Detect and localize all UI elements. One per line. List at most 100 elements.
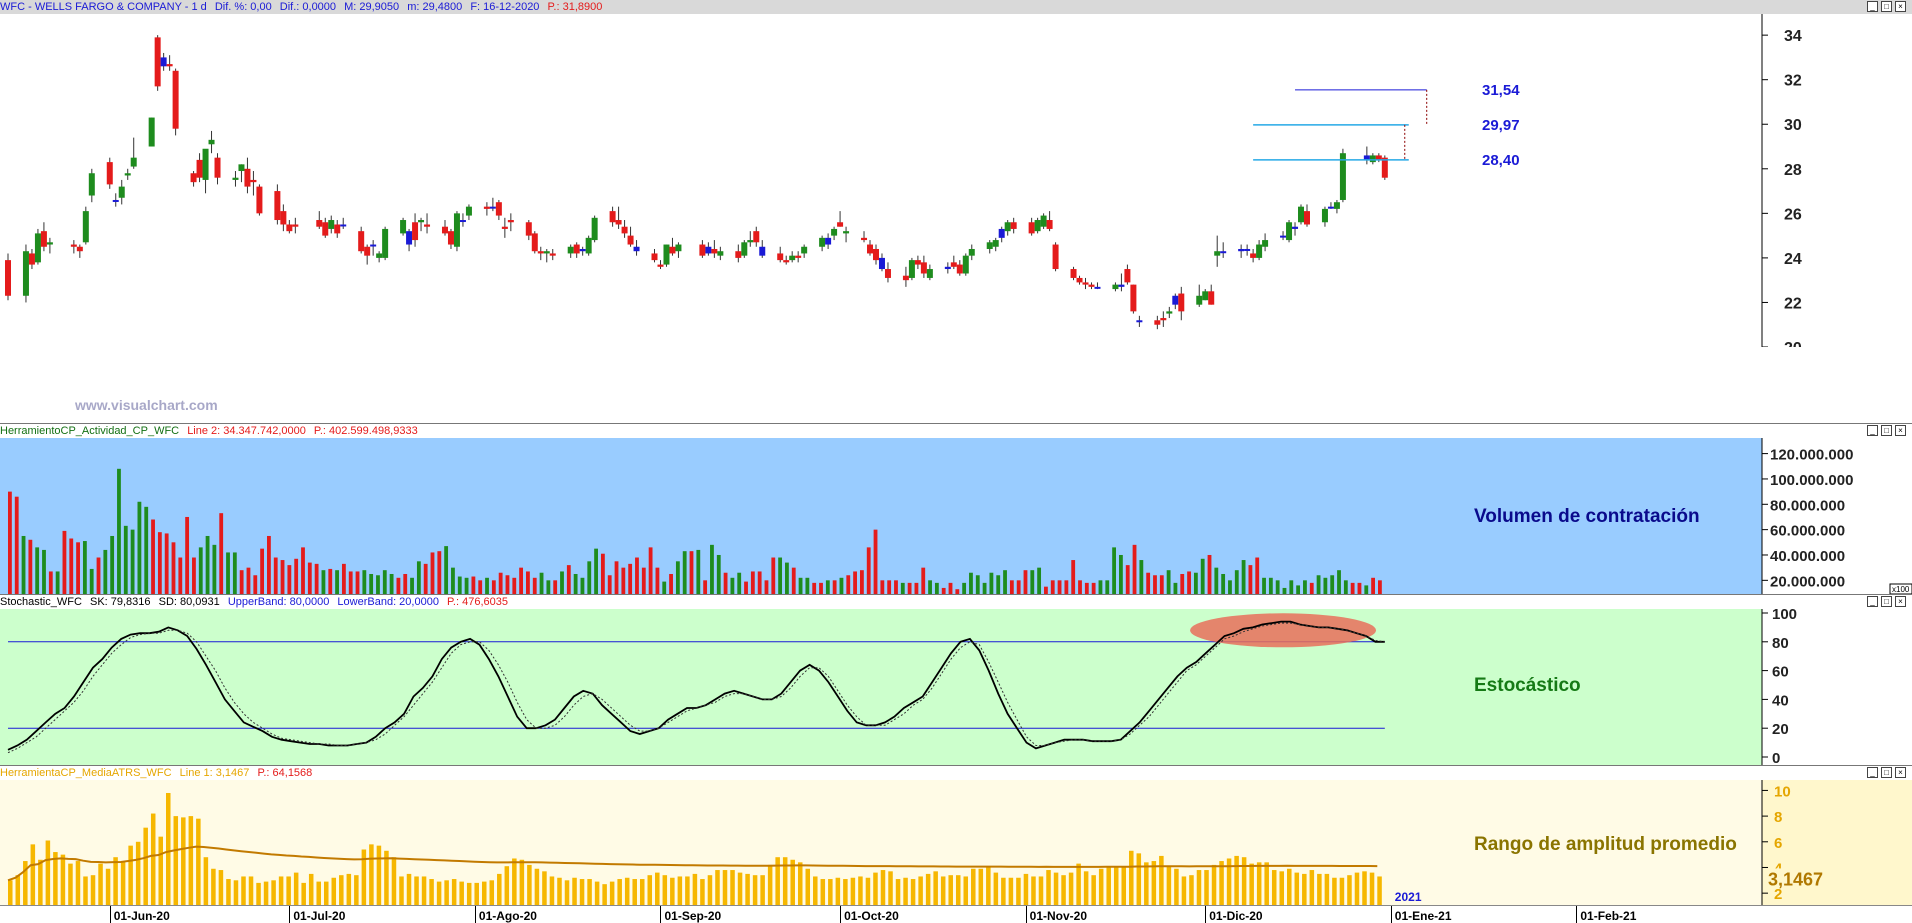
atr-bar <box>685 876 690 906</box>
volume-bar <box>1071 560 1076 595</box>
volume-bar <box>887 580 892 595</box>
volume-bar <box>655 567 660 595</box>
volume-bar <box>123 525 128 595</box>
atr-bar <box>692 873 698 906</box>
candle-body <box>148 117 155 147</box>
candle-body <box>633 246 640 252</box>
candle-body <box>124 173 131 176</box>
x-tick-label: 01-Nov-20 <box>1029 909 1087 923</box>
atr-bar <box>1294 872 1300 906</box>
atr-bar <box>361 849 367 906</box>
volume-bar <box>144 506 149 595</box>
candle-body <box>118 186 125 198</box>
atr-bar <box>722 870 728 906</box>
volume-bar <box>28 539 33 595</box>
volume-bar <box>1118 554 1123 595</box>
atr-tick-label: 8 <box>1774 809 1782 826</box>
atr-bar <box>331 877 337 906</box>
level-label: 29,97 <box>1482 117 1520 134</box>
candle-body <box>663 244 670 265</box>
volume-bar <box>546 580 551 595</box>
atr-bar <box>1001 877 1006 906</box>
atr-bar <box>459 881 464 906</box>
volume-bar <box>1228 580 1232 595</box>
stochastic-chart[interactable]: 0 20 40 60 80 100 <box>0 595 1912 766</box>
x-tick <box>1576 906 1578 923</box>
x-tick <box>1205 906 1207 923</box>
volume-bar <box>389 573 394 595</box>
atr-bar <box>1113 866 1119 906</box>
volume-bar <box>1023 570 1028 595</box>
volume-bar <box>853 571 857 595</box>
atr-bar <box>1031 876 1036 906</box>
atr-bar <box>143 827 148 906</box>
atr-bar <box>677 876 683 906</box>
volume-bar <box>1057 580 1062 595</box>
candle-body <box>202 148 209 180</box>
candle-body <box>112 199 119 202</box>
volume-bar <box>996 575 1001 595</box>
atr-bar <box>873 872 878 906</box>
volume-bar <box>1200 558 1205 595</box>
candle-body <box>196 159 203 178</box>
candle-body <box>573 244 580 254</box>
candle-body <box>537 251 544 254</box>
candle-body <box>956 264 963 274</box>
candle-body <box>1136 320 1143 323</box>
atr-bar <box>158 836 163 906</box>
candle-body <box>801 246 808 254</box>
atr-bar <box>226 879 231 906</box>
volume-tick-label: 120.000.000 <box>1770 447 1853 464</box>
atr-bar <box>828 879 833 906</box>
x-tick <box>109 906 111 923</box>
volume-tick-label: 100.000.000 <box>1770 472 1853 489</box>
candle-body <box>1034 220 1041 232</box>
atr-bar <box>53 852 58 906</box>
atr-bar <box>1016 877 1021 906</box>
candle-body <box>208 139 215 145</box>
candle-body <box>447 231 454 245</box>
atr-bar <box>203 857 209 906</box>
candle-body <box>358 231 365 252</box>
atr-bar <box>30 844 36 906</box>
atr-bar <box>1008 877 1014 906</box>
volume-bar <box>696 549 701 595</box>
x-tick <box>660 906 662 923</box>
candle-body <box>1196 295 1203 305</box>
volume-bar <box>1003 570 1007 595</box>
atr-bar <box>647 875 653 906</box>
atr-bar <box>880 870 886 906</box>
candle-body <box>280 211 287 225</box>
atr-bar <box>1211 864 1217 906</box>
atr-bar <box>617 879 622 906</box>
atr-bar <box>1354 872 1360 906</box>
volume-bar <box>1125 565 1130 595</box>
atr-bar <box>1023 873 1029 906</box>
x-tick <box>840 906 842 923</box>
atr-bar <box>955 875 961 906</box>
volume-bar <box>1187 571 1191 595</box>
candle-body <box>986 242 993 249</box>
atr-bar <box>790 859 795 906</box>
atr-bar <box>888 871 893 906</box>
candle-body <box>376 253 383 258</box>
atr-bar <box>1249 863 1254 906</box>
atr-bar <box>1083 871 1089 906</box>
volume-bar <box>716 554 721 595</box>
price-chart[interactable]: 31,54 29,97 28,40 20 22 24 26 28 30 32 34 <box>0 0 1912 347</box>
candle-body <box>795 255 802 258</box>
atr-bar <box>1061 875 1066 906</box>
volume-bar <box>607 575 612 595</box>
atr-bar <box>1241 857 1247 906</box>
volume-bar <box>682 551 687 595</box>
volume-bar <box>1112 547 1116 595</box>
price-tick-label: 22 <box>1784 295 1802 312</box>
candle-body <box>1369 155 1376 163</box>
price-tick-label: 24 <box>1784 251 1802 268</box>
candle-body <box>441 226 448 234</box>
atr-bar <box>587 879 592 906</box>
volume-bar <box>82 541 87 595</box>
candle-body <box>669 246 676 254</box>
candle-body <box>507 220 514 223</box>
volume-bar <box>246 567 251 595</box>
